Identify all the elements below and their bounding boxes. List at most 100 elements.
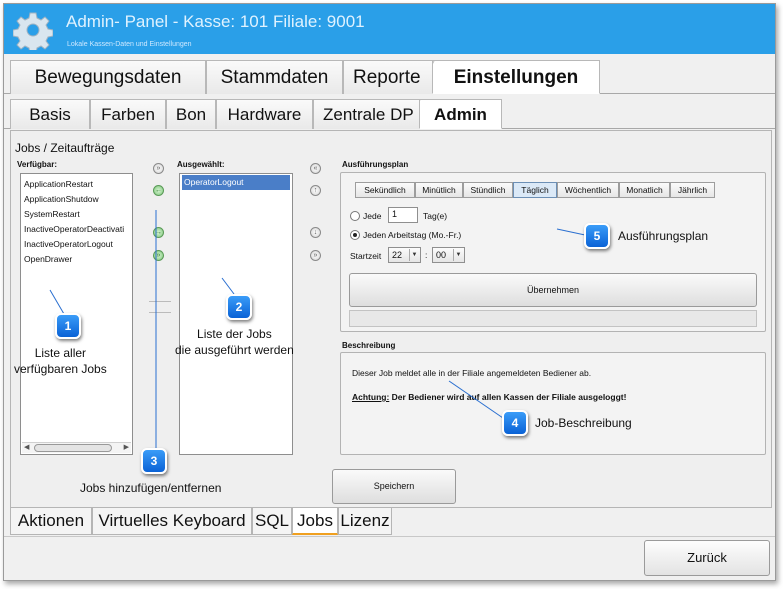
scroll-left-icon[interactable]: ◀ (24, 443, 29, 451)
every-unit-label: Tag(e) (423, 211, 448, 221)
move-bottom-icon[interactable]: » (310, 250, 321, 261)
gear-icon (13, 12, 53, 50)
description-label: Beschreibung (342, 341, 396, 350)
window-subtitle: Lokale Kassen-Daten und Einstellungen (67, 41, 192, 48)
header-bar: Admin- Panel - Kasse: 101 Filiale: 9001 … (4, 4, 775, 54)
tab-reporte[interactable]: Reporte (343, 60, 439, 94)
scroll-right-icon[interactable]: ▶ (124, 443, 129, 451)
annotation-1: Liste aller verfügbaren Jobs (14, 346, 107, 376)
tab-label: Bon (175, 105, 207, 124)
tab-sql[interactable]: SQL (252, 508, 292, 535)
plan-tab-sekundlich[interactable]: Sekündlich (355, 182, 415, 198)
warning-prefix: Achtung: (352, 392, 390, 402)
tab-virtuelles-keyboard[interactable]: Virtuelles Keyboard (92, 508, 252, 535)
plan-tab-jahrlich[interactable]: Jährlich (670, 182, 715, 198)
section-title: Jobs / Zeitaufträge (15, 141, 115, 155)
plan-tab-stundlich[interactable]: Stündlich (463, 182, 513, 198)
tab-slant (420, 100, 434, 128)
tab-hardware[interactable]: Hardware (216, 99, 313, 129)
description-text: Dieser Job meldet alle in der Filiale an… (352, 368, 592, 378)
tab-bewegungsdaten[interactable]: Bewegungsdaten (10, 60, 206, 94)
tab-label: Reporte (353, 67, 421, 88)
tab-zentrale-dp[interactable]: Zentrale DP (313, 99, 421, 129)
tab-einstellungen[interactable]: Einstellungen (432, 60, 600, 94)
tab-label: Farben (101, 105, 155, 124)
callout-2: 2 (226, 294, 252, 320)
horizontal-scrollbar[interactable]: ◀ ▶ (22, 442, 131, 453)
jobs-panel: Jobs / Zeitaufträge Verfügbar: Applicati… (10, 130, 772, 508)
window-title: Admin- Panel - Kasse: 101 Filiale: 9001 (66, 12, 365, 31)
available-label: Verfügbar: (17, 160, 58, 169)
workday-label: Jeden Arbeitstag (Mo.-Fr.) (363, 230, 462, 240)
add-job-icon[interactable]: ← (153, 185, 164, 196)
radio-every-n-days[interactable] (350, 211, 360, 221)
tab-label: Admin (434, 105, 487, 124)
back-button[interactable]: Zurück (644, 540, 770, 576)
every-label: Jede (363, 211, 382, 221)
start-hour-value: 22 (392, 250, 403, 260)
apply-button[interactable]: Übernehmen (349, 273, 757, 307)
scroll-thumb[interactable] (34, 444, 112, 452)
tab-label: Einstellungen (453, 67, 579, 88)
selected-label: Ausgewählt: (177, 160, 225, 169)
annotation-5: Ausführungsplan (618, 229, 709, 243)
list-item[interactable]: OpenDrawer (21, 252, 132, 267)
warning-text: Der Bediener wird auf allen Kassen der F… (389, 392, 627, 402)
plan-tab-wochentlich[interactable]: Wöchentlich (557, 182, 619, 198)
bottom-tab-bar: Aktionen Virtuelles Keyboard SQL Jobs Li… (10, 508, 410, 535)
main-tab-bar: Bewegungsdaten Stammdaten Reporte Einste… (4, 56, 775, 94)
radio-every-workday[interactable] (350, 230, 360, 240)
tab-stammdaten[interactable]: Stammdaten (206, 60, 343, 94)
callout-1: 1 (55, 313, 81, 339)
annotation-3: Jobs hinzufügen/entfernen (80, 481, 222, 495)
splitter-handle[interactable] (149, 301, 171, 313)
plan-tab-taglich[interactable]: Täglich (513, 182, 557, 198)
sub-tab-bar: Basis Farben Bon Hardware Zentrale DP Ad… (4, 96, 775, 129)
plan-label: Ausführungsplan (342, 160, 409, 169)
start-time-label: Startzeit (350, 251, 382, 261)
tab-aktionen[interactable]: Aktionen (10, 508, 92, 535)
start-minute-value: 00 (436, 250, 447, 260)
every-days-input[interactable]: 1 (388, 207, 418, 223)
tab-admin[interactable]: Admin (419, 99, 502, 129)
list-item[interactable]: SystemRestart (21, 207, 132, 222)
tab-label: Zentrale DP (323, 105, 414, 124)
tab-lizenz[interactable]: Lizenz (338, 508, 392, 535)
tab-bon[interactable]: Bon (166, 99, 216, 129)
tab-jobs[interactable]: Jobs (292, 508, 338, 535)
chevron-down-icon: ▼ (453, 249, 463, 261)
remove-job-icon[interactable]: → (153, 227, 164, 238)
list-item[interactable]: InactiveOperatorDeactivati (21, 222, 132, 237)
remove-all-icon[interactable]: » (153, 250, 164, 261)
annotation-4: Job-Beschreibung (535, 416, 632, 430)
plan-tab-bar: Sekündlich Minütlich Stündlich Täglich W… (355, 182, 755, 200)
tab-label: Basis (29, 105, 71, 124)
tab-farben[interactable]: Farben (90, 99, 166, 129)
callout-5: 5 (584, 223, 610, 249)
start-hour-select[interactable]: 22 ▼ (388, 247, 421, 263)
list-item[interactable]: InactiveOperatorLogout (21, 237, 132, 252)
start-minute-select[interactable]: 00 ▼ (432, 247, 465, 263)
move-up-icon[interactable]: ↑ (310, 185, 321, 196)
list-item[interactable]: ApplicationShutdow (21, 192, 132, 207)
move-all-right-icon[interactable]: » (153, 163, 164, 174)
footer-separator (4, 536, 775, 537)
move-top-icon[interactable]: « (310, 163, 321, 174)
chevron-down-icon: ▼ (409, 249, 419, 261)
move-down-icon[interactable]: ↓ (310, 227, 321, 238)
description-warning: Achtung: Der Bediener wird auf allen Kas… (352, 392, 626, 402)
plan-tab-monatlich[interactable]: Monatlich (619, 182, 670, 198)
save-button[interactable]: Speichern (332, 469, 456, 504)
tab-label: Hardware (227, 105, 302, 124)
list-item[interactable]: OperatorLogout (182, 175, 290, 190)
time-separator: : (425, 250, 428, 260)
tab-basis[interactable]: Basis (10, 99, 90, 129)
list-item[interactable]: ApplicationRestart (21, 177, 132, 192)
progress-bar (349, 310, 757, 327)
callout-4: 4 (502, 410, 528, 436)
plan-group: Sekündlich Minütlich Stündlich Täglich W… (340, 172, 766, 332)
description-group: Dieser Job meldet alle in der Filiale an… (340, 352, 766, 455)
plan-tab-minutlich[interactable]: Minütlich (415, 182, 463, 198)
tab-label: Bewegungsdaten (34, 67, 182, 88)
annotation-2: Liste der Jobs die ausgeführt werden (175, 327, 294, 357)
